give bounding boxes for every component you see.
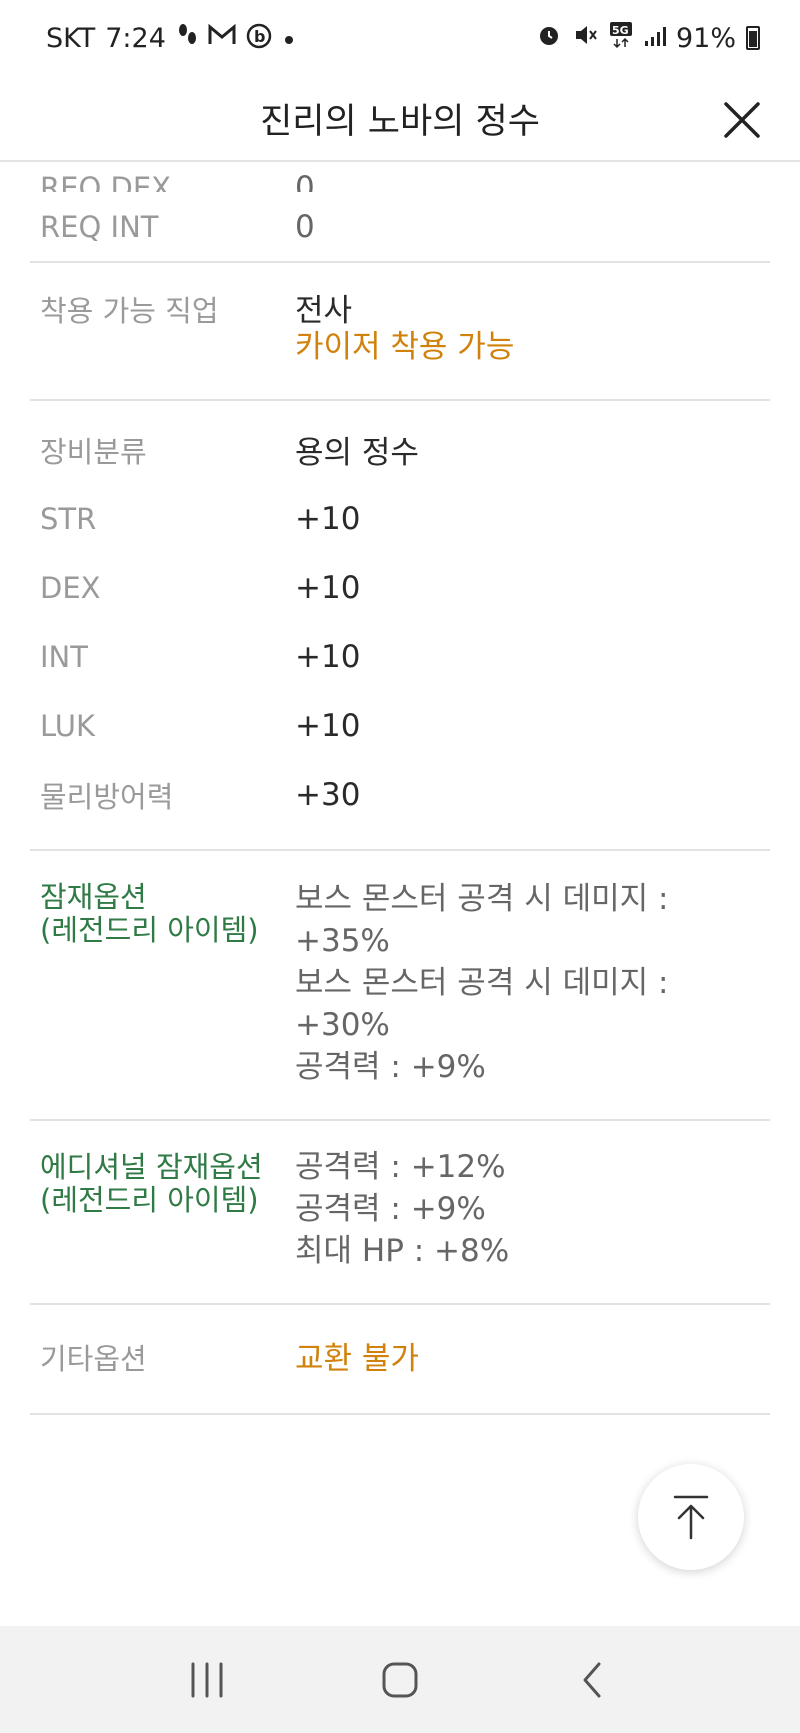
mute-icon xyxy=(572,22,598,55)
req-dex-label: REQ DEX xyxy=(40,171,172,193)
battery-percent: 91% xyxy=(675,22,736,54)
stat-value: +30 xyxy=(295,776,361,813)
dot-icon xyxy=(282,23,296,54)
stat-label: 물리방어력 xyxy=(40,779,174,814)
system-nav-bar xyxy=(0,1626,800,1733)
page-title: 진리의 노바의 정수 xyxy=(260,101,540,142)
close-button[interactable] xyxy=(714,92,770,148)
stat-value: +10 xyxy=(295,569,361,606)
stat-label: STR xyxy=(40,501,97,536)
job-section: 착용 가능 직업 전사 카이저 착용 가능 xyxy=(30,263,770,401)
stat-row: STR +10 xyxy=(30,484,770,553)
dialog-header: 진리의 노바의 정수 xyxy=(0,76,800,162)
stat-label: DEX xyxy=(40,570,101,605)
stats-section: 장비분류 용의 정수 STR +10 DEX +10 INT +10 LUK +… xyxy=(30,401,770,851)
potential-grade: (레전드리 아이템) xyxy=(40,913,259,947)
req-dex-value: 0 xyxy=(295,170,315,193)
alarm-icon xyxy=(536,22,562,55)
stat-label: LUK xyxy=(40,708,95,743)
stat-row: 장비분류 용의 정수 xyxy=(30,415,770,484)
clock: 7:24 xyxy=(105,22,166,54)
recent-apps-button[interactable] xyxy=(167,1640,247,1720)
requirements-section: REQ DEX 0 REQ INT 0 xyxy=(30,164,770,263)
stat-value: +10 xyxy=(295,638,361,675)
etc-label: 기타옵션 xyxy=(40,1342,147,1376)
stat-value: +10 xyxy=(295,707,361,744)
stat-row: 물리방어력 +30 xyxy=(30,760,770,829)
req-int-label: REQ INT xyxy=(40,209,159,244)
svg-text:b: b xyxy=(254,27,265,46)
req-row-dex: REQ DEX 0 xyxy=(30,164,770,193)
back-icon xyxy=(583,1662,601,1697)
recent-apps-icon xyxy=(191,1662,223,1697)
status-bar: SKT 7:24 b 5G 91% xyxy=(0,0,800,76)
additional-label: 에디셔널 잠재옵션 xyxy=(40,1150,263,1184)
job-class: 전사 xyxy=(295,293,353,329)
stat-row: LUK +10 xyxy=(30,691,770,760)
additional-line: 최대 HP : +8% xyxy=(295,1233,510,1269)
footsteps-icon xyxy=(176,22,198,54)
job-note: 카이저 착용 가능 xyxy=(295,329,515,365)
arrow-up-icon xyxy=(673,1495,709,1540)
svg-text:5G: 5G xyxy=(612,24,629,37)
stat-value: +10 xyxy=(295,500,361,537)
req-int-value: 0 xyxy=(295,208,315,245)
req-row-int: REQ INT 0 xyxy=(30,192,770,261)
home-icon xyxy=(382,1662,418,1697)
signal-icon xyxy=(644,23,666,54)
stat-row: INT +10 xyxy=(30,622,770,691)
potential-line: 공격력 : +9% xyxy=(295,1049,486,1085)
carrier: SKT xyxy=(46,22,96,54)
potential-section: 잠재옵션 (레전드리 아이템) 보스 몬스터 공격 시 데미지 : +35% 보… xyxy=(30,851,770,1121)
additional-grade: (레전드리 아이템) xyxy=(40,1183,259,1217)
job-label: 착용 가능 직업 xyxy=(40,294,219,328)
stat-label: INT xyxy=(40,639,88,674)
etc-section: 기타옵션 교환 불가 xyxy=(30,1305,770,1415)
gmail-icon xyxy=(208,23,236,52)
battery-icon xyxy=(746,26,760,50)
additional-potential-section: 에디셔널 잠재옵션 (레전드리 아이템) 공격력 : +12% 공격력 : +9… xyxy=(30,1121,770,1305)
b-app-icon: b xyxy=(246,21,272,55)
stat-row: DEX +10 xyxy=(30,553,770,622)
item-detail-content[interactable]: REQ DEX 0 REQ INT 0 착용 가능 직업 전사 카이저 착용 가… xyxy=(0,164,800,1624)
scroll-top-button[interactable] xyxy=(638,1464,744,1570)
back-button[interactable] xyxy=(553,1640,633,1720)
etc-value: 교환 불가 xyxy=(295,1341,419,1377)
home-button[interactable] xyxy=(360,1640,440,1720)
potential-label: 잠재옵션 xyxy=(40,880,147,914)
stat-value: 용의 정수 xyxy=(295,435,419,471)
stat-label: 장비분류 xyxy=(40,434,147,469)
5g-icon: 5G xyxy=(608,20,634,57)
close-icon xyxy=(724,102,760,138)
